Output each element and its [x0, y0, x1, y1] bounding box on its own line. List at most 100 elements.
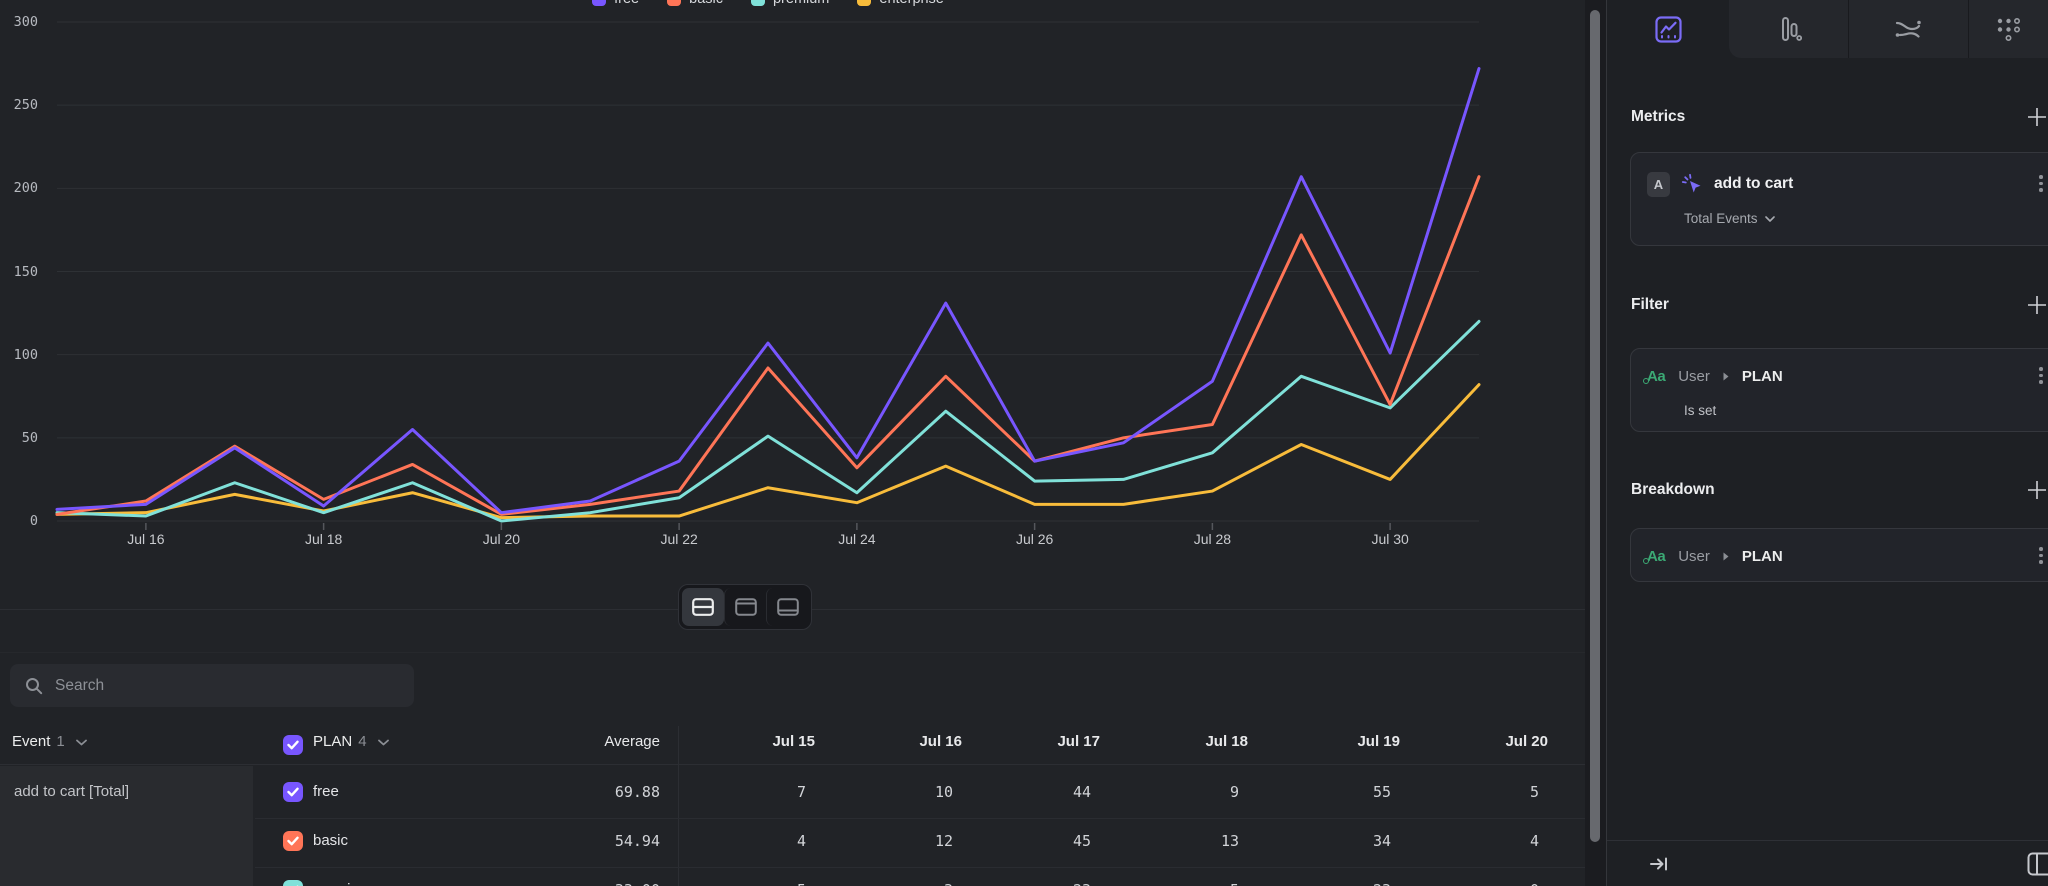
row-separator [255, 818, 1585, 819]
chart-focus-view-button[interactable] [724, 588, 766, 626]
line-chart[interactable] [0, 0, 1585, 560]
main-content-area: free basic premium enterprise 0501001502… [0, 0, 1585, 886]
filter-section-title: Filter [1631, 296, 1669, 314]
check-icon [287, 836, 299, 846]
y-tick-label: 250 [6, 96, 38, 114]
cell-value: 45 [971, 832, 1091, 850]
filter-operator[interactable]: Is set [1684, 403, 1716, 418]
y-tick-label: 0 [6, 512, 38, 530]
series-line-premium[interactable] [57, 321, 1479, 521]
average-column-header[interactable]: Average [540, 733, 660, 750]
x-tick-label: Jul 30 [1348, 531, 1432, 547]
metric-event-name: add to cart [1714, 175, 1793, 193]
date-column-header: Jul 17 [980, 733, 1100, 750]
grid-dots-icon [1996, 17, 2021, 42]
plan-column-header[interactable]: PLAN4 [313, 733, 389, 750]
add-breakdown-button[interactable] [2026, 479, 2048, 501]
check-icon [287, 740, 299, 750]
cell-value: 13 [1119, 832, 1239, 850]
add-filter-button[interactable] [2026, 294, 2048, 316]
breakdown-card-menu-button[interactable] [2039, 547, 2043, 564]
cell-value: 23 [971, 881, 1091, 886]
row-checkbox-basic[interactable] [283, 831, 303, 851]
breadcrumb-caret-icon [1723, 372, 1729, 381]
table-section-divider [0, 652, 1585, 653]
x-tick-label: Jul 28 [1170, 531, 1254, 547]
search-icon [25, 677, 43, 695]
event-name-cell[interactable]: add to cart [Total] [0, 766, 253, 886]
plan-select-all-checkbox[interactable] [283, 735, 303, 755]
cell-value: 5 [1419, 783, 1539, 801]
x-tick-label: Jul 20 [459, 531, 543, 547]
date-column-header: Jul 18 [1128, 733, 1248, 750]
row-checkbox-free[interactable] [283, 782, 303, 802]
filter-card-menu-button[interactable] [2039, 367, 2043, 384]
cell-value: 9 [1119, 783, 1239, 801]
event-cursor-icon [1681, 173, 1703, 195]
metric-card-menu-button[interactable] [2039, 175, 2043, 192]
event-column-header[interactable]: Event1 [12, 733, 87, 750]
x-tick-label: Jul 26 [993, 531, 1077, 547]
panel-layout-button[interactable] [2027, 852, 2048, 881]
series-line-free[interactable] [57, 69, 1479, 513]
search-input[interactable]: Search [10, 664, 414, 707]
x-tick-label: Jul 22 [637, 531, 721, 547]
filter-card[interactable]: Aa User PLAN Is set [1630, 348, 2048, 432]
x-tick-label: Jul 18 [282, 531, 366, 547]
table-focus-view-button[interactable] [766, 588, 808, 626]
row-average: 54.94 [540, 832, 660, 850]
date-column-header: Jul 19 [1280, 733, 1400, 750]
text-property-icon: Aa [1647, 368, 1665, 385]
filter-property: PLAN [1742, 368, 1783, 385]
row-average: 33.00 [540, 881, 660, 886]
cell-value: 4 [686, 832, 806, 850]
table-focus-view-icon [777, 598, 799, 616]
y-tick-label: 200 [6, 179, 38, 197]
breakdown-scope: User [1678, 548, 1710, 565]
tab-bar-chart[interactable] [1729, 0, 1848, 58]
tab-more-widgets[interactable] [1968, 0, 2048, 58]
panel-footer [1607, 840, 2048, 886]
split-view-icon [692, 598, 714, 616]
side-panel-icon [2027, 852, 2048, 876]
header-underline [0, 764, 1585, 765]
x-tick-label: Jul 24 [815, 531, 899, 547]
layout-toggle-group [678, 584, 812, 630]
column-divider [678, 726, 679, 886]
cell-value: 10 [833, 783, 953, 801]
cell-value: 7 [686, 783, 806, 801]
cell-value: 0 [1419, 881, 1539, 886]
cell-value: 12 [833, 832, 953, 850]
aggregation-dropdown[interactable]: Total Events [1684, 211, 1775, 226]
x-tick-label: Jul 16 [104, 531, 188, 547]
collapse-panel-button[interactable] [1649, 854, 1669, 879]
cell-value: 3 [833, 881, 953, 886]
date-column-header: Jul 20 [1428, 733, 1548, 750]
vertical-scrollbar[interactable] [1585, 0, 1606, 886]
cell-value: 23 [1271, 881, 1391, 886]
breakdown-card[interactable]: Aa User PLAN [1630, 528, 2048, 582]
split-view-button[interactable] [682, 588, 724, 626]
cell-value: 34 [1271, 832, 1391, 850]
series-line-enterprise[interactable] [57, 385, 1479, 518]
row-average: 69.88 [540, 783, 660, 801]
row-label: premium [313, 881, 371, 886]
add-metric-button[interactable] [2026, 106, 2048, 128]
bar-chart-icon [1776, 16, 1802, 42]
metric-letter-badge: A [1647, 172, 1670, 197]
scrollbar-thumb[interactable] [1590, 10, 1600, 842]
y-tick-label: 100 [6, 346, 38, 364]
query-builder-panel: Metrics A add to cart Total Events Filte… [1606, 0, 2048, 886]
metric-card[interactable]: A add to cart Total Events [1630, 152, 2048, 246]
line-chart-icon [1655, 16, 1682, 43]
collapse-right-icon [1649, 854, 1669, 874]
tab-insights[interactable] [1607, 0, 1729, 58]
check-icon [287, 787, 299, 797]
chevron-down-icon [378, 739, 389, 746]
tab-flows[interactable] [1848, 0, 1968, 58]
cell-value: 4 [1419, 832, 1539, 850]
row-checkbox-premium[interactable] [283, 880, 303, 886]
row-label: basic [313, 832, 348, 849]
breakdown-property: PLAN [1742, 548, 1783, 565]
text-property-icon: Aa [1647, 548, 1665, 565]
